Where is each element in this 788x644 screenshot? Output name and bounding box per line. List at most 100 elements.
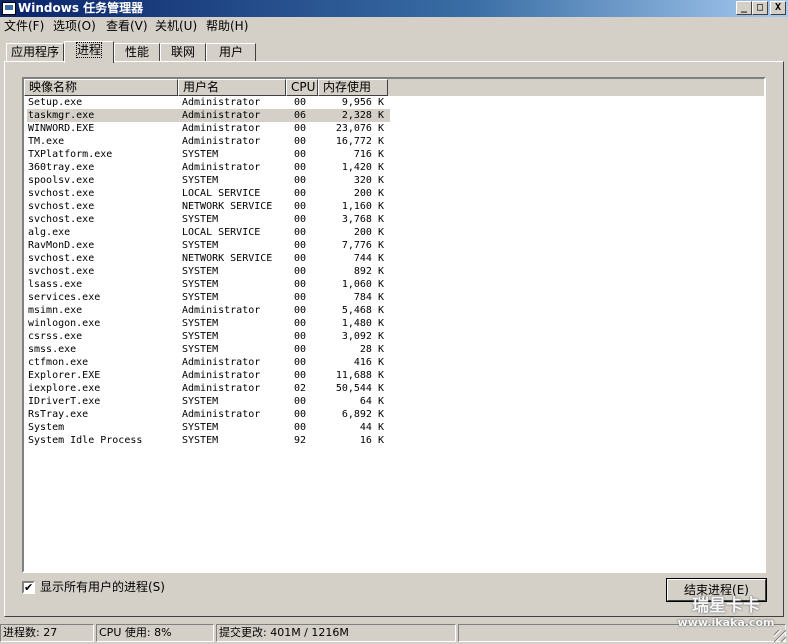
process-mem: 784 K xyxy=(353,292,384,303)
process-cpu: 00 xyxy=(294,175,307,186)
table-row[interactable]: TXPlatform.exe SYSTEM 00 716 K xyxy=(24,148,764,161)
tab-networking-label: 联网 xyxy=(170,45,195,59)
menu-options[interactable]: 选项(O) xyxy=(53,19,96,34)
process-name: svchost.exe xyxy=(28,201,95,212)
table-row[interactable]: svchost.exe NETWORK SERVICE 00 1,160 K xyxy=(24,200,764,213)
process-name: ctfmon.exe xyxy=(28,357,89,368)
tab-performance[interactable]: 性能 xyxy=(114,43,160,61)
maximize-button[interactable]: □ xyxy=(752,1,768,15)
table-row[interactable]: winlogon.exe SYSTEM 00 1,480 K xyxy=(24,317,764,330)
column-header-mem-usage[interactable]: 内存使用 xyxy=(318,79,388,96)
table-row[interactable]: IDriverT.exe SYSTEM 00 64 K xyxy=(24,395,764,408)
show-all-users-checkbox[interactable]: ✔ xyxy=(22,581,35,594)
process-list[interactable]: 映像名称 用户名 CPU 内存使用 Setup.exe Administrator… xyxy=(22,77,766,573)
menu-view[interactable]: 查看(V) xyxy=(106,19,148,34)
tab-applications[interactable]: 应用程序 xyxy=(6,43,64,61)
process-cpu: 92 xyxy=(294,435,307,446)
process-name: RsTray.exe xyxy=(28,409,89,420)
table-row[interactable]: smss.exe SYSTEM 00 28 K xyxy=(24,343,764,356)
table-row[interactable]: spoolsv.exe SYSTEM 00 320 K xyxy=(24,174,764,187)
process-name: TXPlatform.exe xyxy=(28,149,113,160)
table-row[interactable]: lsass.exe SYSTEM 00 1,060 K xyxy=(24,278,764,291)
table-row[interactable]: taskmgr.exe Administrator 06 2,328 K xyxy=(24,109,764,122)
process-cpu: 00 xyxy=(294,253,307,264)
process-user: Administrator xyxy=(182,123,261,134)
process-user: Administrator xyxy=(182,162,261,173)
table-row[interactable]: msimn.exe Administrator 00 5,468 K xyxy=(24,304,764,317)
process-name: smss.exe xyxy=(28,344,77,355)
process-mem: 1,480 K xyxy=(341,318,384,329)
process-mem: 7,776 K xyxy=(341,240,384,251)
process-mem: 1,060 K xyxy=(341,279,384,290)
process-cpu: 02 xyxy=(294,383,307,394)
table-row[interactable]: csrss.exe SYSTEM 00 3,092 K xyxy=(24,330,764,343)
title-bar[interactable]: Windows 任务管理器 _ □ X xyxy=(0,0,788,17)
table-row[interactable]: svchost.exe SYSTEM 00 892 K xyxy=(24,265,764,278)
status-process-count: 进程数: 27 xyxy=(0,624,94,642)
table-row[interactable]: services.exe SYSTEM 00 784 K xyxy=(24,291,764,304)
process-mem: 64 K xyxy=(359,396,384,407)
process-user: Administrator xyxy=(182,383,261,394)
process-mem: 16 K xyxy=(359,435,384,446)
column-header-image-name[interactable]: 映像名称 xyxy=(24,79,178,96)
table-row[interactable]: ctfmon.exe Administrator 00 416 K xyxy=(24,356,764,369)
tab-processes[interactable]: 进程 xyxy=(64,41,114,63)
process-cpu: 00 xyxy=(294,97,307,108)
table-row[interactable]: alg.exe LOCAL SERVICE 00 200 K xyxy=(24,226,764,239)
process-rows: Setup.exe Administrator 00 9,956 Ktaskmgr.e… xyxy=(24,96,764,447)
close-button[interactable]: X xyxy=(770,1,786,15)
menu-help[interactable]: 帮助(H) xyxy=(206,19,248,34)
table-row[interactable]: svchost.exe LOCAL SERVICE 00 200 K xyxy=(24,187,764,200)
process-cpu: 00 xyxy=(294,266,307,277)
table-row[interactable]: System Idle Process SYSTEM 92 16 K xyxy=(24,434,764,447)
process-cpu: 00 xyxy=(294,149,307,160)
column-header-cpu[interactable]: CPU xyxy=(286,79,318,96)
table-row[interactable]: RavMonD.exe SYSTEM 00 7,776 K xyxy=(24,239,764,252)
process-mem: 23,076 K xyxy=(335,123,384,134)
process-user: SYSTEM xyxy=(182,344,219,355)
column-header-user-name[interactable]: 用户名 xyxy=(178,79,286,96)
process-user: SYSTEM xyxy=(182,422,219,433)
table-row[interactable]: RsTray.exe Administrator 00 6,892 K xyxy=(24,408,764,421)
table-row[interactable]: Explorer.EXE Administrator 00 11,688 K xyxy=(24,369,764,382)
process-name: csrss.exe xyxy=(28,331,83,342)
process-name: svchost.exe xyxy=(28,266,95,277)
process-mem: 5,468 K xyxy=(341,305,384,316)
process-cpu: 00 xyxy=(294,214,307,225)
menu-file[interactable]: 文件(F) xyxy=(4,19,44,34)
process-cpu: 00 xyxy=(294,136,307,147)
table-row[interactable]: svchost.exe NETWORK SERVICE 00 744 K xyxy=(24,252,764,265)
process-name: IDriverT.exe xyxy=(28,396,101,407)
process-mem: 1,420 K xyxy=(341,162,384,173)
process-name: Setup.exe xyxy=(28,97,83,108)
process-user: SYSTEM xyxy=(182,396,219,407)
process-name: svchost.exe xyxy=(28,188,95,199)
table-row[interactable]: iexplore.exe Administrator 02 50,544 K xyxy=(24,382,764,395)
process-name: msimn.exe xyxy=(28,305,83,316)
menu-shutdown[interactable]: 关机(U) xyxy=(155,19,197,34)
process-cpu: 00 xyxy=(294,240,307,251)
process-cpu: 06 xyxy=(294,110,307,121)
table-row[interactable]: Setup.exe Administrator 00 9,956 K xyxy=(24,96,764,109)
table-row[interactable]: 360tray.exe Administrator 00 1,420 K xyxy=(24,161,764,174)
minimize-button[interactable]: _ xyxy=(736,1,752,15)
show-all-users-label[interactable]: 显示所有用户的进程(S) xyxy=(40,579,165,595)
table-row[interactable]: TM.exe Administrator 00 16,772 K xyxy=(24,135,764,148)
process-cpu: 00 xyxy=(294,162,307,173)
process-mem: 44 K xyxy=(359,422,384,433)
tab-users[interactable]: 用户 xyxy=(206,43,256,61)
process-user: Administrator xyxy=(182,370,261,381)
process-name: 360tray.exe xyxy=(28,162,95,173)
process-cpu: 00 xyxy=(294,422,307,433)
process-cpu: 00 xyxy=(294,292,307,303)
table-row[interactable]: WINWORD.EXE Administrator 00 23,076 K xyxy=(24,122,764,135)
process-cpu: 00 xyxy=(294,201,307,212)
process-mem: 6,892 K xyxy=(341,409,384,420)
table-row[interactable]: System SYSTEM 00 44 K xyxy=(24,421,764,434)
table-row[interactable]: svchost.exe SYSTEM 00 3,768 K xyxy=(24,213,764,226)
process-user: Administrator xyxy=(182,136,261,147)
tab-networking[interactable]: 联网 xyxy=(160,43,206,61)
process-mem: 200 K xyxy=(353,188,384,199)
tab-users-label: 用户 xyxy=(218,45,243,59)
process-name: iexplore.exe xyxy=(28,383,101,394)
